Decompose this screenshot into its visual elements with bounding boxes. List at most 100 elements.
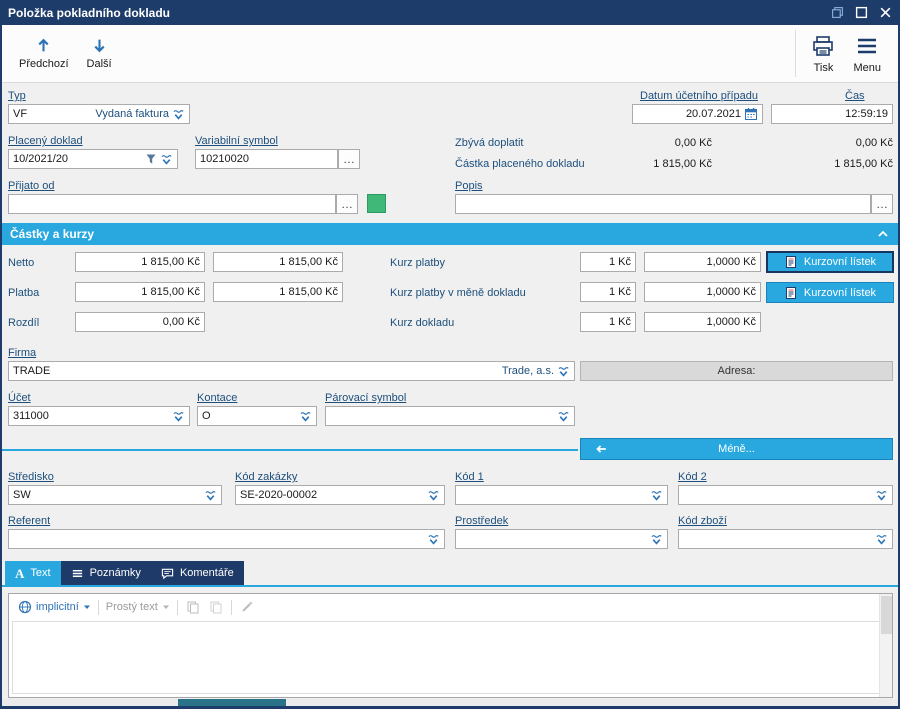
- variabilni-symbol-more-button[interactable]: …: [338, 149, 360, 169]
- next-label: Další: [86, 58, 112, 70]
- kod-1-label[interactable]: Kód 1: [455, 471, 484, 483]
- cas-label[interactable]: Čas: [845, 90, 865, 102]
- format-dropdown[interactable]: Prostý text: [106, 601, 170, 613]
- kurz-dokladu-field-1[interactable]: 1 Kč: [580, 312, 636, 332]
- dropdown-icon[interactable]: [427, 533, 440, 546]
- edit-button[interactable]: [239, 599, 255, 615]
- kod-zbozi-field[interactable]: [678, 529, 893, 549]
- prijato-od-label[interactable]: Přijato od: [8, 180, 54, 192]
- vertical-scrollbar-thumb[interactable]: [881, 596, 892, 634]
- dropdown-icon[interactable]: [172, 108, 185, 121]
- kod-zbozi-label[interactable]: Kód zboží: [678, 515, 727, 527]
- maximize-button[interactable]: [854, 6, 868, 20]
- popis-field[interactable]: [455, 194, 871, 214]
- datum-label[interactable]: Datum účetního případu: [640, 90, 758, 102]
- previous-button[interactable]: Předchozí: [10, 28, 78, 79]
- kurz-platby-mena-field-1[interactable]: 1 Kč: [580, 282, 636, 302]
- toolbar-separator: [795, 30, 797, 77]
- dropdown-icon[interactable]: [557, 365, 570, 378]
- referent-label[interactable]: Referent: [8, 515, 50, 527]
- dropdown-icon[interactable]: [557, 410, 570, 423]
- cas-field[interactable]: 12:59:19: [771, 104, 893, 124]
- kontace-label[interactable]: Kontace: [197, 392, 237, 404]
- dropdown-icon[interactable]: [204, 489, 217, 502]
- kod-zakazky-label[interactable]: Kód zakázky: [235, 471, 297, 483]
- restore-button[interactable]: [830, 6, 844, 20]
- dropdown-icon[interactable]: [650, 533, 663, 546]
- dropdown-icon[interactable]: [875, 533, 888, 546]
- kontace-field[interactable]: O: [197, 406, 317, 426]
- vertical-scrollbar[interactable]: [879, 594, 892, 697]
- filter-icon[interactable]: [145, 153, 157, 165]
- typ-label[interactable]: Typ: [8, 90, 26, 102]
- paste-button[interactable]: [208, 599, 224, 615]
- netto-field-2[interactable]: 1 815,00 Kč: [213, 252, 343, 272]
- window-controls: [830, 6, 892, 20]
- calendar-icon[interactable]: [744, 107, 758, 121]
- kod-1-field[interactable]: [455, 485, 668, 505]
- placeny-doklad-field[interactable]: 10/2021/20: [8, 149, 178, 169]
- horizontal-scrollbar-thumb[interactable]: [178, 699, 286, 706]
- collapse-icon[interactable]: [876, 227, 890, 241]
- copy-icon: [186, 600, 200, 614]
- partner-indicator-button[interactable]: [367, 194, 386, 213]
- tab-text[interactable]: A Text: [5, 561, 61, 585]
- close-button[interactable]: [878, 6, 892, 20]
- dropdown-icon[interactable]: [427, 489, 440, 502]
- platba-value-1: 1 815,00 Kč: [141, 286, 200, 298]
- prostredek-field[interactable]: [455, 529, 668, 549]
- dropdown-icon[interactable]: [172, 410, 185, 423]
- print-button[interactable]: Tisk: [802, 28, 844, 79]
- less-button[interactable]: Méně...: [580, 438, 893, 460]
- rozdil-field[interactable]: 0,00 Kč: [75, 312, 205, 332]
- popis-label[interactable]: Popis: [455, 180, 483, 192]
- prostredek-label[interactable]: Prostředek: [455, 515, 508, 527]
- parovaci-symbol-label[interactable]: Párovací symbol: [325, 392, 406, 404]
- exchange-rate-label-1: Kurzovní lístek: [803, 256, 877, 268]
- firma-label[interactable]: Firma: [8, 347, 36, 359]
- language-dropdown[interactable]: implicitní: [18, 600, 91, 614]
- variabilni-symbol-label[interactable]: Variabilní symbol: [195, 135, 278, 147]
- dropdown-icon[interactable]: [875, 489, 888, 502]
- kod-zakazky-field[interactable]: SE-2020-00002: [235, 485, 445, 505]
- typ-field[interactable]: VF Vydaná faktura: [8, 104, 190, 124]
- parovaci-symbol-field[interactable]: [325, 406, 575, 426]
- ucet-field[interactable]: 311000: [8, 406, 190, 426]
- firma-field[interactable]: TRADE Trade, a.s.: [8, 361, 575, 381]
- exchange-rate-button-1[interactable]: Kurzovní lístek: [766, 251, 894, 273]
- dropdown-icon[interactable]: [160, 153, 173, 166]
- kurz-platby-field-1[interactable]: 1 Kč: [580, 252, 636, 272]
- ucet-label[interactable]: Účet: [8, 392, 31, 404]
- platba-field-1[interactable]: 1 815,00 Kč: [75, 282, 205, 302]
- adresa-panel[interactable]: Adresa:: [580, 361, 893, 381]
- copy-button[interactable]: [185, 599, 201, 615]
- stredisko-label[interactable]: Středisko: [8, 471, 54, 483]
- referent-field[interactable]: [8, 529, 445, 549]
- next-button[interactable]: Další: [78, 28, 121, 79]
- platba-field-2[interactable]: 1 815,00 Kč: [213, 282, 343, 302]
- kurz-platby-field-2[interactable]: 1,0000 Kč: [644, 252, 761, 272]
- tab-poznamky[interactable]: Poznámky: [60, 561, 151, 585]
- horizontal-scrollbar[interactable]: [2, 699, 898, 706]
- text-editor-area[interactable]: [12, 621, 889, 694]
- variabilni-symbol-field[interactable]: 10210020: [195, 149, 338, 169]
- menu-button[interactable]: Menu: [844, 28, 890, 79]
- kod-2-label[interactable]: Kód 2: [678, 471, 707, 483]
- dropdown-icon[interactable]: [299, 410, 312, 423]
- ucet-value: 311000: [13, 410, 49, 422]
- datum-field[interactable]: 20.07.2021: [632, 104, 763, 124]
- kurz-platby-mena-field-2[interactable]: 1,0000 Kč: [644, 282, 761, 302]
- dropdown-icon[interactable]: [650, 489, 663, 502]
- kurz-dokladu-field-2[interactable]: 1,0000 Kč: [644, 312, 761, 332]
- placeny-doklad-label[interactable]: Placený doklad: [8, 135, 83, 147]
- kod-2-field[interactable]: [678, 485, 893, 505]
- kurz-platby-label: Kurz platby: [390, 257, 446, 269]
- tab-komentare[interactable]: Komentáře: [150, 561, 244, 585]
- netto-field-1[interactable]: 1 815,00 Kč: [75, 252, 205, 272]
- popis-more-button[interactable]: …: [871, 194, 893, 214]
- editor-toolbar: implicitní Prostý text: [9, 594, 892, 620]
- prijato-od-field[interactable]: [8, 194, 336, 214]
- stredisko-field[interactable]: SW: [8, 485, 222, 505]
- prijato-od-more-button[interactable]: …: [336, 194, 358, 214]
- exchange-rate-button-2[interactable]: Kurzovní lístek: [766, 282, 894, 303]
